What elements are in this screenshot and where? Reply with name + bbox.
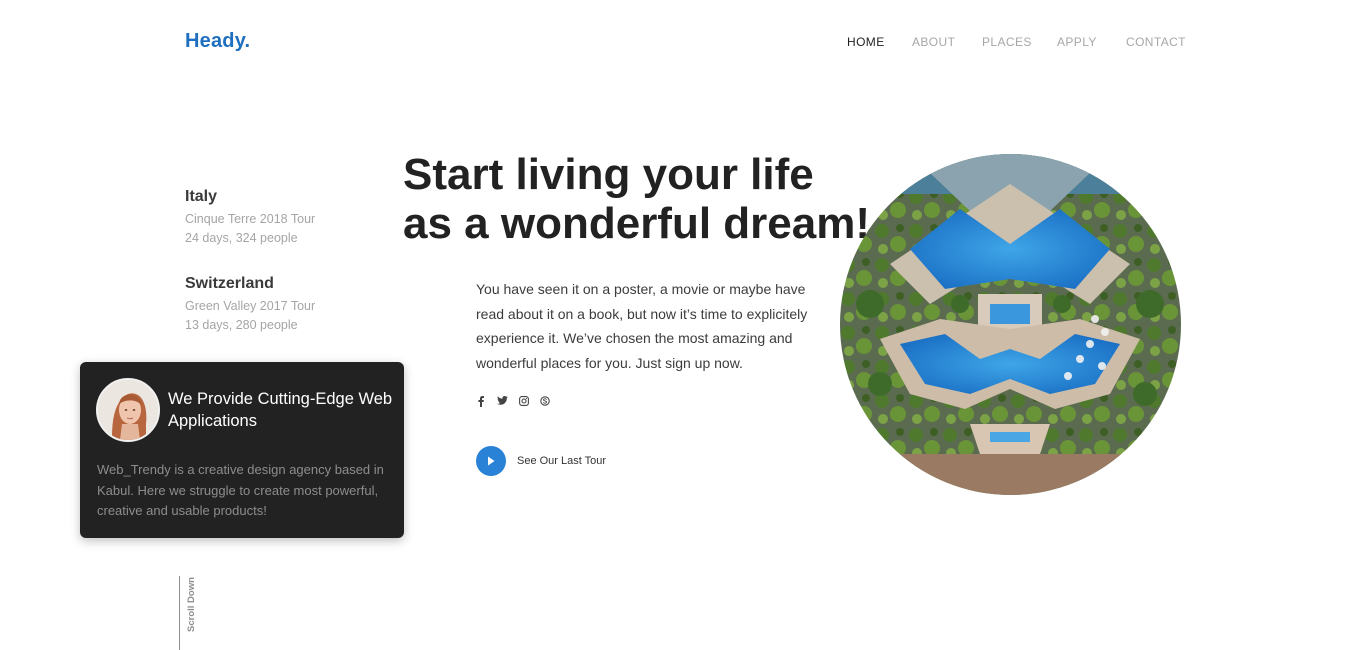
scroll-down-label: Scroll Down [186,577,197,632]
tour-name: Italy [185,188,218,205]
nav-home[interactable]: HOME [847,35,885,49]
social-links [476,396,566,408]
hero-description: You have seen it on a poster, a movie or… [476,281,808,371]
play-button[interactable] [476,446,506,476]
tour-item-switzerland[interactable]: Switzerland Green Valley 2017 Tour 13 da… [185,275,315,335]
nav-about[interactable]: ABOUT [912,35,955,49]
play-icon [488,456,495,466]
card-description: Web_Trendy is a creative design agency b… [97,462,384,518]
tour-item-italy[interactable]: Italy Cinque Terre 2018 Tour 24 days, 32… [185,188,315,248]
scroll-down-link[interactable]: Scroll Down [186,576,198,634]
nav-contact[interactable]: CONTACT [1126,35,1186,49]
card-title: We Provide Cutting-Edge Web Applications [168,390,393,430]
nav-places[interactable]: PLACES [982,35,1032,49]
tour-details: 24 days, 324 people [185,231,298,245]
twitter-icon[interactable] [497,396,508,408]
scroll-indicator-line [179,576,180,650]
resort-aerial-image [840,154,1181,495]
tour-subtitle: Cinque Terre 2018 Tour [185,212,316,226]
avatar [96,378,160,442]
main-nav: HOME ABOUT PLACES APPLY CONTACT [0,35,1366,51]
tour-subtitle: Green Valley 2017 Tour [185,299,316,313]
skype-icon[interactable] [540,396,550,408]
cta-label: See Our Last Tour [517,455,607,467]
see-last-tour-cta[interactable]: See Our Last Tour [476,446,616,476]
instagram-icon[interactable] [519,396,529,408]
tour-name: Switzerland [185,275,274,292]
testimonial-card: We Provide Cutting-Edge Web Applications… [80,362,404,538]
tour-details: 13 days, 280 people [185,318,298,332]
hero-headline: Start living your life as a wonderful dr… [403,150,871,248]
headline-line-1: Start living your life [403,150,814,199]
nav-apply[interactable]: APPLY [1057,35,1097,49]
headline-line-2: as a wonderful dream! [403,199,871,248]
facebook-icon[interactable] [476,396,486,408]
